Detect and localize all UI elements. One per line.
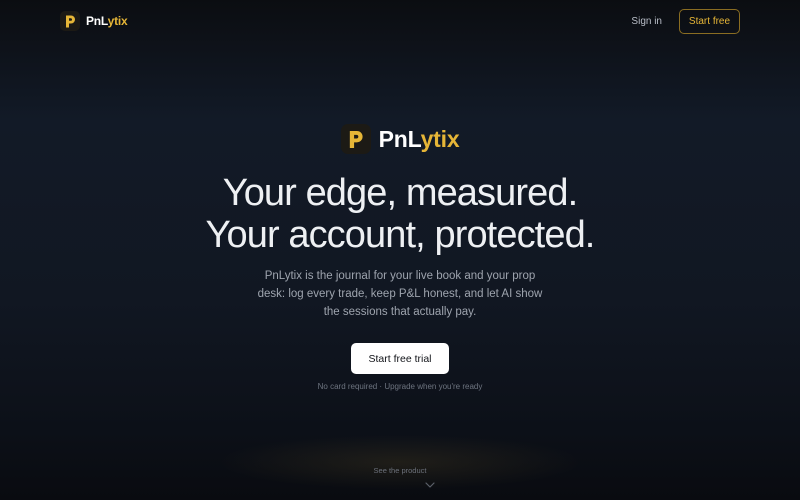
subtitle-line-1: PnLytix is the journal for your live boo… <box>264 270 536 282</box>
brand-name-main: PnL <box>86 14 108 28</box>
start-free-button[interactable]: Start free <box>679 9 740 34</box>
nav-actions: Sign in Start free <box>631 9 740 34</box>
brand-name-accent: ytix <box>107 14 128 28</box>
p-logo-icon <box>60 11 80 31</box>
sign-in-link[interactable]: Sign in <box>631 16 662 27</box>
hero-brand-name: PnLytix <box>379 126 460 153</box>
chevron-down-icon[interactable] <box>424 481 436 489</box>
no-card-note: No card required · Upgrade when you're r… <box>317 382 483 391</box>
hero-subtitle: PnLytix is the journal for your live boo… <box>240 267 560 321</box>
hero-brand: PnLytix <box>0 124 800 154</box>
header-brand[interactable]: PnLytix <box>60 10 128 32</box>
headline-line-1: Your edge, measured. <box>222 172 578 214</box>
hero-brand-name-main: PnL <box>378 125 421 152</box>
subtitle-line-2: desk: log every trade, keep P&L honest, … <box>257 288 543 300</box>
see-product-link[interactable]: See the product <box>0 466 800 475</box>
headline-line-2: Your account, protected. <box>205 214 596 256</box>
p-logo-icon <box>340 124 371 154</box>
start-free-trial-button[interactable]: Start free trial <box>351 343 449 374</box>
hero-brand-name-accent: ytix <box>420 125 460 152</box>
header-brand-name: PnLytix <box>86 14 128 28</box>
hero-headline: Your edge, measured. Your account, prote… <box>0 172 800 256</box>
top-nav: PnLytix Sign in Start free <box>0 0 800 44</box>
subtitle-line-3: the sessions that actually pay. <box>323 306 477 318</box>
